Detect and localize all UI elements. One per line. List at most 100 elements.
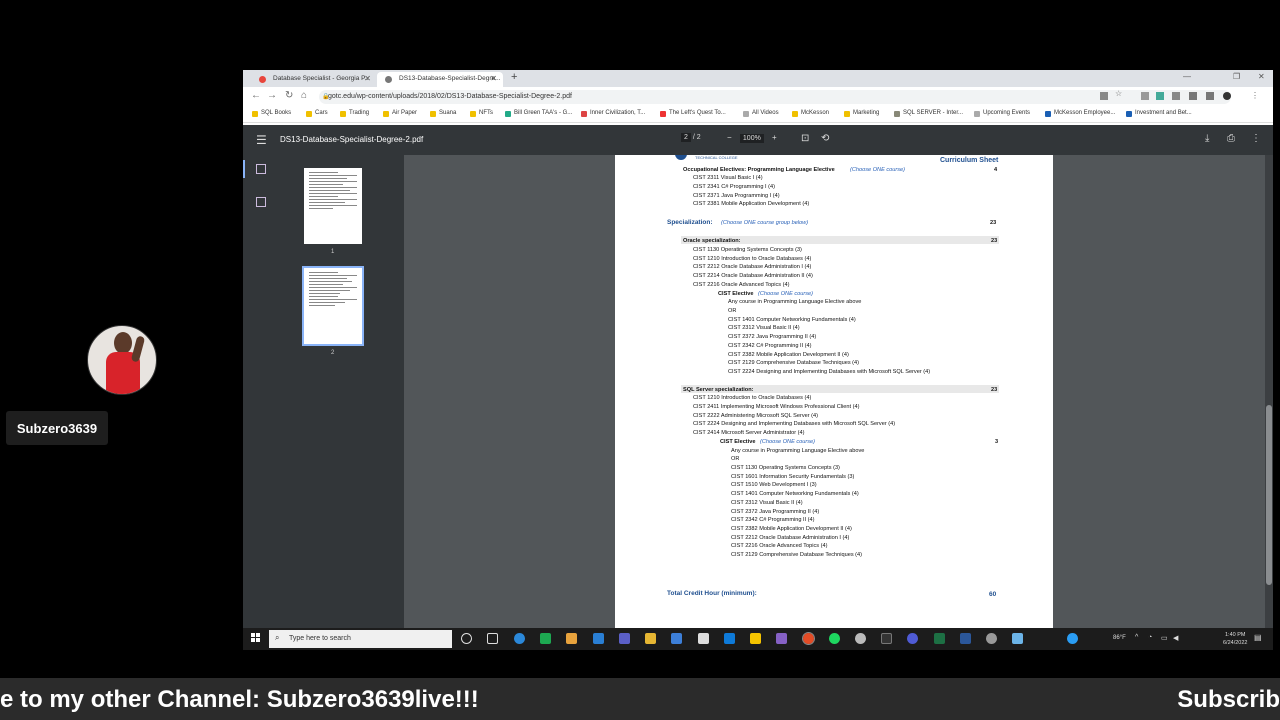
teams-icon[interactable] <box>619 633 630 644</box>
edge-icon[interactable] <box>514 633 525 644</box>
close-icon[interactable]: ✕ <box>364 74 371 83</box>
extension-icon[interactable] <box>1141 92 1149 100</box>
scrollbar-thumb[interactable] <box>1266 405 1272 585</box>
star-icon[interactable]: ☆ <box>1115 89 1123 98</box>
close-icon[interactable]: ✕ <box>490 74 497 83</box>
thumbnails-icon[interactable] <box>256 164 266 174</box>
outline-icon[interactable] <box>256 197 266 207</box>
course-line: CIST 2224 Designing and Implementing Dat… <box>728 369 931 375</box>
calendar-icon[interactable] <box>566 633 577 644</box>
course-line: CIST 1130 Operating Systems Concepts (3) <box>731 465 840 471</box>
zoom-out-icon[interactable]: − <box>727 133 732 142</box>
battery-icon[interactable]: ▭ <box>1161 634 1168 642</box>
share-icon[interactable] <box>1100 92 1108 100</box>
taskbar-search-input[interactable]: ⌕ Type here to search <box>269 630 452 648</box>
bookmark[interactable]: Investment and Bet... <box>1126 110 1192 117</box>
course-line: CIST 2129 Comprehensive Database Techniq… <box>728 360 860 366</box>
profile-avatar-icon[interactable] <box>1223 92 1231 100</box>
app-icon[interactable] <box>1012 633 1023 644</box>
minimize-icon[interactable]: — <box>1183 72 1191 81</box>
course-line: Any course in Programming Language Elect… <box>728 299 862 305</box>
page-thumbnail-selected[interactable] <box>302 266 364 346</box>
bookmark[interactable]: Marketing <box>844 110 879 117</box>
back-icon[interactable]: ← <box>251 90 261 101</box>
app-icon[interactable] <box>855 633 866 644</box>
bookmark[interactable]: Upcoming Events <box>974 110 1030 117</box>
zoom-input[interactable]: 100% <box>739 134 764 143</box>
rotate-icon[interactable]: ⟲ <box>821 133 829 144</box>
app-icon[interactable] <box>698 633 709 644</box>
forward-icon[interactable]: → <box>267 90 277 101</box>
bookmark[interactable]: Trading <box>340 110 369 117</box>
app-icon[interactable] <box>907 633 918 644</box>
chrome-icon[interactable] <box>802 632 815 645</box>
url-text: gotc.edu/wp-content/uploads/2018/02/DS13… <box>328 93 572 100</box>
word-icon[interactable] <box>960 633 971 644</box>
reload-icon[interactable]: ↻ <box>285 90 293 101</box>
network-icon[interactable]: ◔ <box>1148 634 1152 641</box>
course-line: CIST 1210 Introduction to Oracle Databas… <box>693 395 812 401</box>
weather-text[interactable]: 86°F <box>1113 635 1126 641</box>
excel-icon[interactable] <box>934 633 945 644</box>
total-value: 60 <box>989 591 997 598</box>
notification-icon[interactable]: ▤ <box>1254 633 1262 642</box>
help-icon[interactable] <box>1067 633 1078 644</box>
bookmark[interactable]: SQL Books <box>252 110 291 117</box>
windows-start-icon[interactable] <box>251 633 261 643</box>
bookmark[interactable]: Bill Green TAA's - G... <box>505 110 572 117</box>
home-icon[interactable]: ⌂ <box>301 90 307 101</box>
course-line: CIST 2212 Oracle Database Administration… <box>693 264 812 270</box>
page-total: / 2 <box>692 134 701 141</box>
bookmarks-bar: SQL Books Cars Trading Air Paper Suana N… <box>243 107 1273 123</box>
volume-icon[interactable]: ◀ <box>1173 634 1178 642</box>
app-icon[interactable] <box>881 633 892 644</box>
bookmark[interactable]: McKesson <box>792 110 829 117</box>
fit-page-icon[interactable]: ⊡ <box>801 133 809 144</box>
cortana-icon[interactable] <box>461 633 472 644</box>
app-icon[interactable] <box>671 633 682 644</box>
bookmark[interactable]: Inner Civilization, T... <box>581 110 645 117</box>
mail-icon[interactable] <box>593 633 604 644</box>
puzzle-icon[interactable] <box>1206 92 1214 100</box>
more-options-icon[interactable]: ⋮ <box>1251 133 1261 144</box>
app-icon[interactable] <box>986 633 997 644</box>
zoom-in-icon[interactable]: + <box>772 133 777 142</box>
spotify-icon[interactable] <box>829 633 840 644</box>
task-view-icon[interactable] <box>487 633 498 644</box>
address-bar[interactable]: 🔒 gotc.edu/wp-content/uploads/2018/02/DS… <box>319 90 1231 104</box>
page-thumbnail[interactable] <box>304 168 362 244</box>
scrollbar[interactable] <box>1265 155 1273 628</box>
pdf-filename: DS13-Database-Specialist-Degree-2.pdf <box>280 135 424 144</box>
bookmark[interactable]: Air Paper <box>383 110 417 117</box>
tray-chevron-icon[interactable]: ^ <box>1135 634 1138 641</box>
new-tab-button[interactable]: + <box>511 71 517 83</box>
browser-tab-active[interactable]: DS13-Database-Specialist-Degre... ✕ <box>377 72 503 87</box>
section-heading: Specialization: <box>667 219 713 226</box>
bookmark[interactable]: Cars <box>306 110 328 117</box>
download-icon[interactable]: ⤓ <box>1205 133 1209 144</box>
taskbar-clock[interactable]: 1:40 PM 6/24/2022 <box>1223 631 1247 647</box>
extension-icon[interactable] <box>1156 92 1164 100</box>
print-icon[interactable]: ⎙ <box>1227 133 1235 144</box>
visual-studio-icon[interactable] <box>776 633 787 644</box>
bookmark[interactable]: All Videos <box>743 110 779 117</box>
bookmark[interactable]: NFTs <box>470 110 493 117</box>
bookmark[interactable]: The Left's Quest To... <box>660 110 726 117</box>
pdf-menu-icon[interactable]: ☰ <box>256 133 267 147</box>
page-number-input[interactable]: 2 <box>681 133 691 142</box>
browser-tab[interactable]: Database Specialist - Georgia P... ✕ <box>251 72 377 87</box>
app-icon[interactable] <box>724 633 735 644</box>
bookmark[interactable]: McKesson Employee... <box>1045 110 1115 117</box>
bookmark[interactable]: SQL SERVER - Inter... <box>894 110 963 117</box>
menu-dots-icon[interactable]: ⋮ <box>1251 91 1259 100</box>
close-window-icon[interactable]: ✕ <box>1258 72 1265 81</box>
file-explorer-icon[interactable] <box>645 633 656 644</box>
app-icon[interactable] <box>540 633 551 644</box>
extension-icon[interactable] <box>1189 92 1197 100</box>
course-line: CIST 2312 Visual Basic II (4) <box>728 325 800 331</box>
app-icon[interactable] <box>750 633 761 644</box>
maximize-icon[interactable]: ❐ <box>1233 72 1240 81</box>
bookmark[interactable]: Suana <box>430 110 456 117</box>
extension-icon[interactable] <box>1172 92 1180 100</box>
thumbnail-label: 1 <box>331 249 335 255</box>
